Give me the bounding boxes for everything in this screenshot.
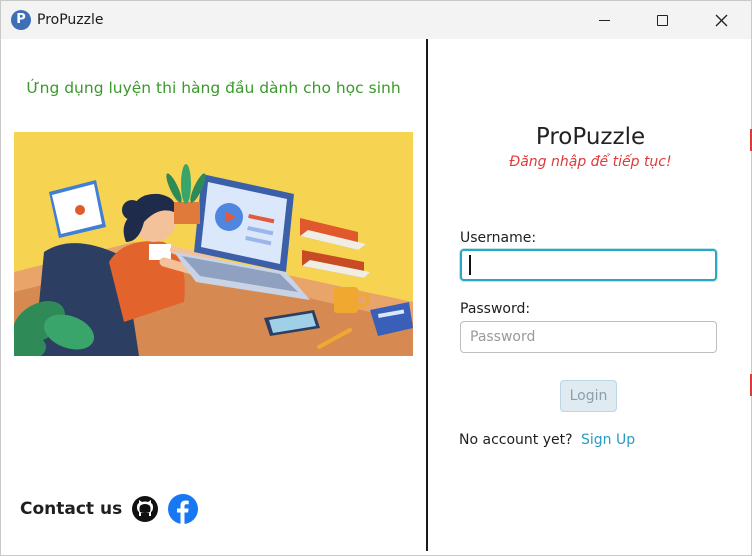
username-input[interactable] (460, 249, 717, 281)
maximize-button[interactable] (633, 1, 691, 39)
maximize-icon (656, 14, 668, 26)
tagline: Ứng dụng luyện thi hàng đầu dành cho học… (26, 79, 401, 97)
contact-label: Contact us (20, 499, 123, 519)
password-label: Password: (460, 301, 531, 317)
minimize-icon (598, 19, 610, 21)
close-button[interactable] (692, 1, 750, 39)
signup-link[interactable]: Sign Up (581, 432, 635, 448)
facebook-icon[interactable] (168, 494, 199, 524)
app-logo-icon: P (11, 10, 31, 30)
username-label: Username: (460, 230, 537, 246)
hero-illustration (14, 132, 413, 356)
contact-row: Contact us (20, 494, 199, 524)
text-caret (469, 255, 471, 275)
app-title: ProPuzzle (535, 124, 646, 150)
no-account-text: No account yet? (459, 432, 573, 448)
github-icon[interactable] (130, 494, 160, 524)
title-bar[interactable]: P ProPuzzle (1, 1, 751, 39)
login-subtitle: Đăng nhập để tiếp tục! (509, 154, 672, 170)
login-button[interactable]: Login (560, 380, 617, 412)
window-title: ProPuzzle (37, 12, 104, 28)
minimize-button[interactable] (575, 1, 633, 39)
close-icon (715, 14, 727, 26)
password-input[interactable] (460, 321, 717, 353)
pane-divider (426, 39, 428, 551)
app-window: P ProPuzzle Ứng dụng luyện thi hàng đầu … (0, 0, 752, 556)
